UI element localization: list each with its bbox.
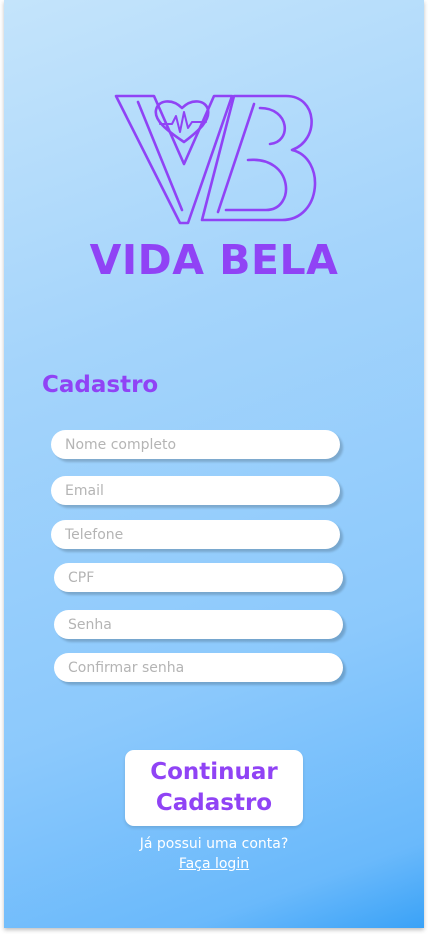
cpf-input[interactable] [54,563,343,592]
login-link-wrapper: Faça login [4,856,424,872]
page-title: Cadastro [42,372,159,398]
continue-button-label-line2: Cadastro [155,790,273,816]
confirm-password-input[interactable] [54,653,343,682]
continue-signup-button[interactable]: Continuar Cadastro [125,750,303,826]
continue-button-label-line1: Continuar [150,759,278,785]
have-account-text: Já possui uma conta? [139,836,289,852]
full-name-input[interactable] [51,430,340,459]
login-link[interactable]: Faça login [179,856,249,872]
password-input[interactable] [54,610,343,639]
vida-bela-logo-icon [114,94,317,225]
email-input[interactable] [51,476,340,505]
phone-input[interactable] [51,520,340,549]
brand-name: VIDA BELA [89,236,339,284]
signup-screen: VIDA BELA Cadastro Continuar Cadastro Já… [4,0,424,928]
